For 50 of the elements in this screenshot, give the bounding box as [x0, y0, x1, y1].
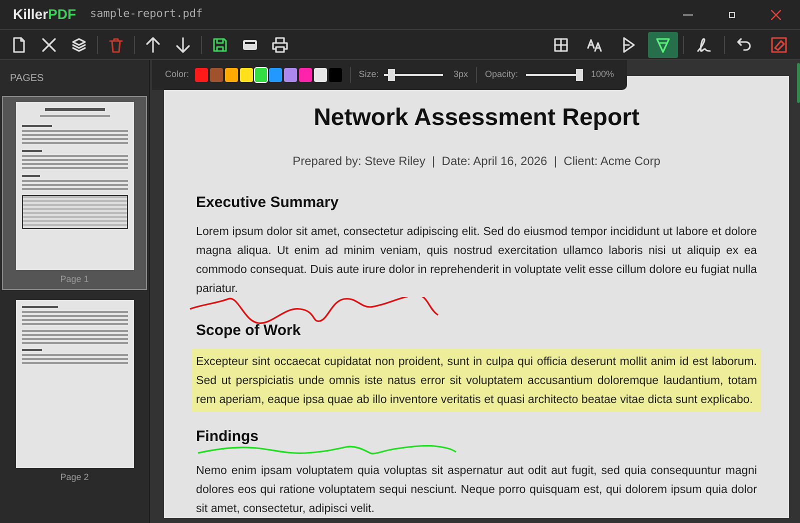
page-label: Page 2 — [60, 470, 89, 484]
scrollbar-thumb[interactable] — [797, 63, 800, 103]
document-title: Network Assessment Report — [312, 103, 640, 133]
paragraph: Nemo enim ipsam voluptatem quia voluptas sit aspernatur aut odit aut fugit, sed quia consequuntur magni dolores eos qui ratione voluptatem sequi nesciunt. Neque porro quisquam est, qui dolorem ipsum quia dolor sit amet, consectetur, adipisci velit. — [196, 462, 757, 516]
size-slider[interactable] — [384, 69, 443, 81]
opacity-value: 100% — [591, 68, 614, 82]
section-heading: Executive Summary — [196, 193, 340, 213]
color-label: Color: — [165, 68, 190, 82]
document-subtitle: Prepared by: Steve Riley | Date: April 16, 2026 | Client: Acme Corp — [292, 153, 662, 170]
size-value: 3px — [454, 68, 468, 82]
grid-icon — [552, 36, 570, 54]
printer-icon — [271, 36, 289, 54]
slider-thumb[interactable] — [576, 69, 583, 81]
signature-icon — [695, 36, 713, 54]
color-swatch[interactable] — [328, 68, 342, 82]
opacity-slider[interactable] — [526, 69, 583, 81]
color-swatch[interactable] — [314, 68, 327, 82]
color-swatch[interactable] — [210, 68, 223, 82]
sidebar-title: PAGES — [9, 72, 45, 86]
close-icon — [40, 36, 58, 54]
tool-button[interactable] — [648, 32, 678, 58]
section-heading: Findings — [196, 427, 260, 447]
page-label: Page 1 — [60, 273, 89, 286]
size-label: Size: — [358, 68, 379, 82]
slider-thumb[interactable] — [388, 69, 395, 81]
page-item[interactable]: Page 1 — [2, 96, 147, 290]
arrow-down-icon — [174, 36, 192, 54]
section-heading: Scope of Work — [196, 320, 302, 340]
save-icon — [211, 36, 229, 54]
color-swatch[interactable] — [224, 68, 238, 82]
paragraph: Lorem ipsum dolor sit amet, consectetur adipiscing elit. Sed do eiusmod tempor incididunt ut labore et dolore magna aliqua. Ut enim ad minim veniam, quis nostrud exercitation ullamco laboris nisi ut aliquip ex ea commodo consequat. Duis aute irure dolor in reprehenderit in voluptate velit esse cillum dolore eu fugiat nulla pariatur. — [196, 224, 757, 296]
color-swatch[interactable] — [269, 68, 282, 82]
color-swatch[interactable] — [284, 68, 298, 82]
layers-icon — [70, 36, 88, 54]
color-swatch[interactable] — [254, 68, 268, 82]
trash-icon — [107, 36, 125, 54]
highlighted-paragraph: Excepteur sint occaecat cupidatat non proident, sunt in culpa qui officia deserunt mollit anim id est laborum. Sed ut perspiciatis unde omnis iste natus error sit voluptatem accusantium doloremque laudantium, totam rem aperiam, eaque ipsa quae ab illo inventore veritatis et quasi architecto beatae vitae dicta sunt explicabo. — [192, 349, 761, 412]
maximize-icon[interactable] — [729, 12, 735, 18]
arrow-up-icon — [144, 36, 162, 54]
eraser-icon — [770, 36, 788, 54]
file-icon — [10, 36, 28, 54]
file-name: sample-report.pdf — [90, 6, 203, 22]
opacity-label: Opacity: — [484, 68, 518, 82]
close-icon[interactable] — [771, 10, 781, 20]
color-swatch[interactable] — [195, 68, 208, 82]
color-swatch[interactable] — [240, 68, 253, 82]
page-item[interactable]: Page 2 — [2, 294, 147, 487]
highlighter-icon — [654, 36, 672, 54]
color-swatch[interactable] — [299, 68, 312, 82]
app-logo: KillerPDF — [13, 5, 76, 24]
